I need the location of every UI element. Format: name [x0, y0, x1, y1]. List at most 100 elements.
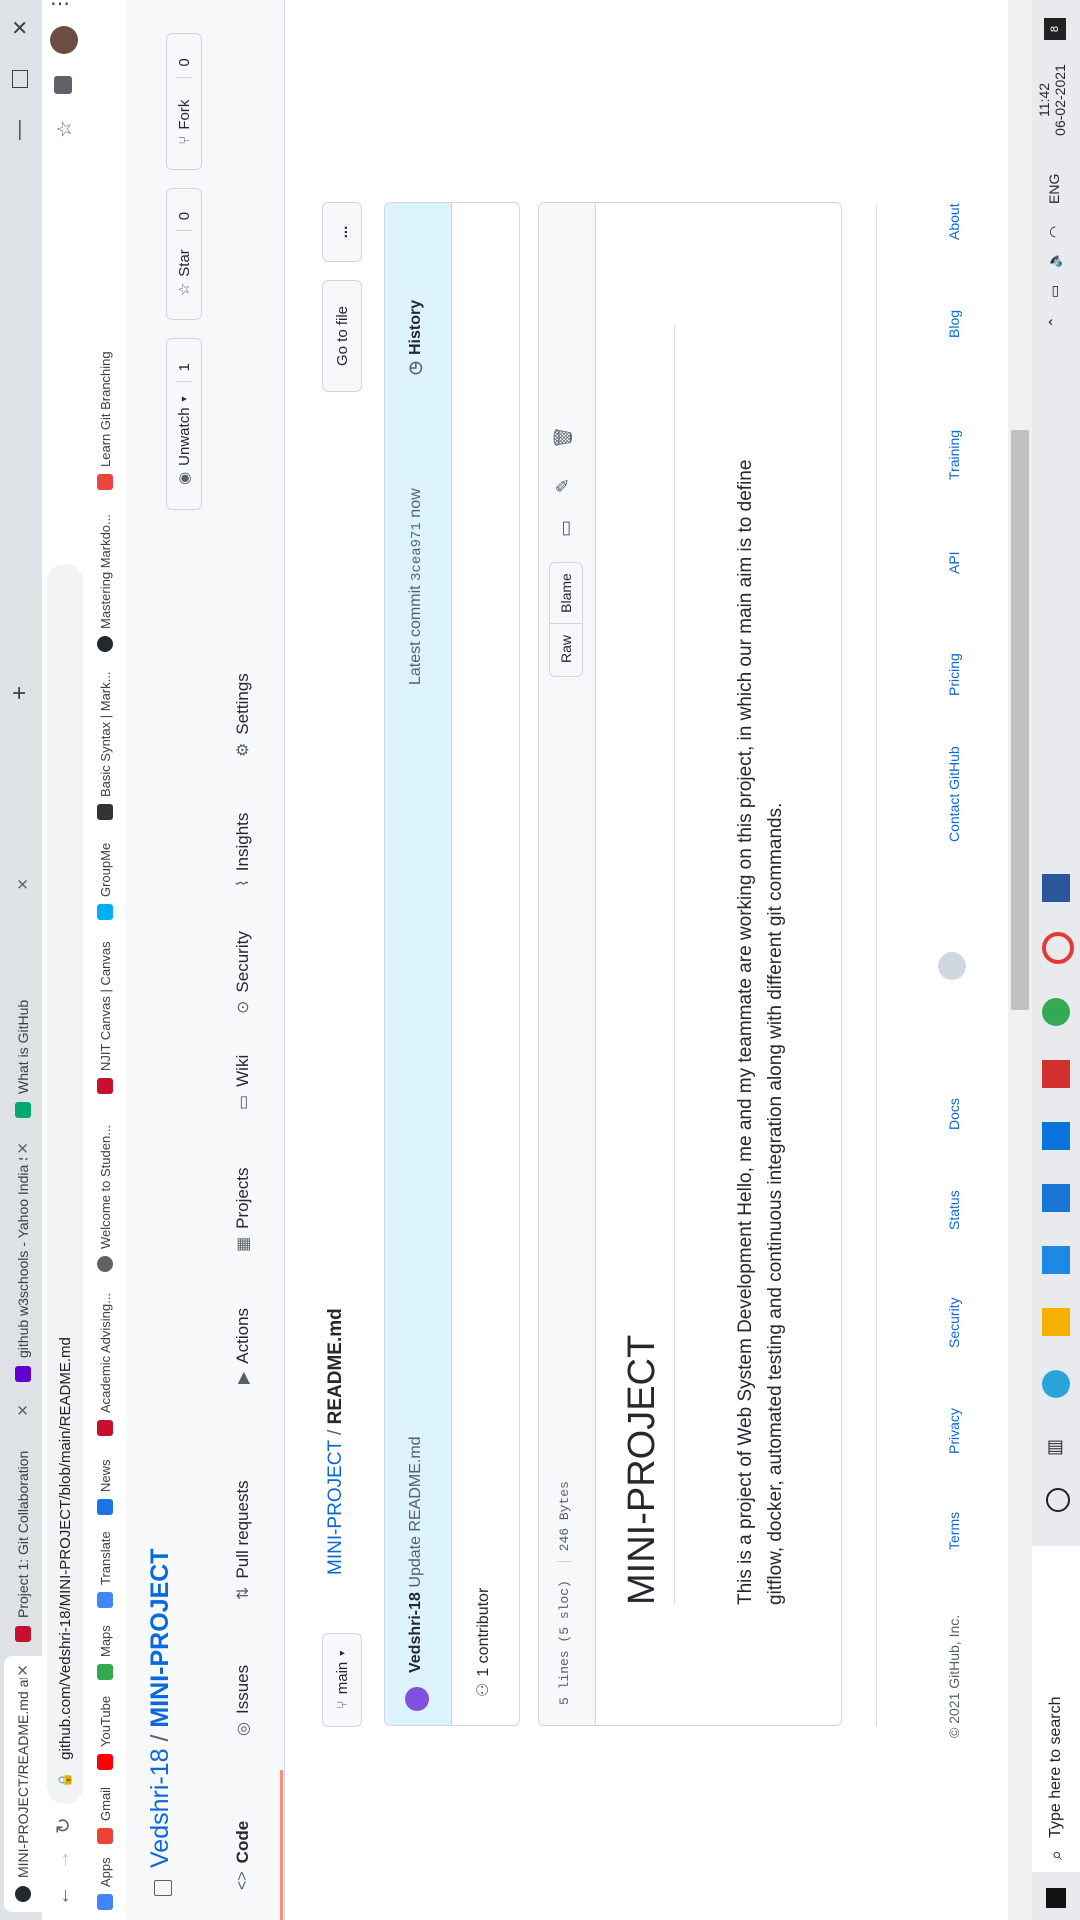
footer-link-terms[interactable]: Terms — [946, 1512, 962, 1550]
tab-actions[interactable]: ▶ Actions — [233, 1308, 253, 1384]
scrollbar-thumb[interactable] — [1011, 430, 1029, 1010]
forward-arrow-icon[interactable]: → — [52, 1850, 75, 1870]
footer-link-security[interactable]: Security — [946, 1297, 962, 1348]
wifi-icon[interactable]: ◠ — [1046, 226, 1063, 238]
close-window-button[interactable]: ✕ — [8, 19, 33, 36]
browser-tab[interactable]: Project 1: Git Collaboration ✕ — [4, 1396, 42, 1652]
new-tab-button[interactable]: + — [6, 686, 34, 700]
footer-link-docs[interactable]: Docs — [946, 1098, 962, 1130]
profile-avatar[interactable] — [50, 26, 78, 54]
bookmark-mastering-markdown[interactable]: Mastering Markdo... — [97, 514, 113, 652]
volume-icon[interactable]: 🔈 — [1046, 251, 1063, 268]
acrobat-icon[interactable] — [1042, 1060, 1070, 1088]
tab-issues[interactable]: ◎ Issues — [233, 1665, 253, 1736]
cortana-icon[interactable] — [1046, 1488, 1070, 1512]
tab-pull-requests[interactable]: ⇅ Pull requests — [233, 1480, 253, 1600]
restore-button[interactable] — [12, 70, 28, 88]
taskbar-clock[interactable]: 11:42 06-02-2021 — [1036, 54, 1068, 146]
bookmark-welcome-students[interactable]: Welcome to Studen... — [97, 1125, 113, 1272]
footer-link-api[interactable]: API — [946, 551, 962, 574]
bookmark-apps[interactable]: Apps — [97, 1857, 113, 1910]
close-tab-icon[interactable]: ✕ — [14, 1142, 32, 1155]
repo-owner-link[interactable]: Vedshri-18 — [146, 1748, 174, 1868]
tab-settings[interactable]: ⚙ Settings — [233, 673, 253, 757]
commit-sha-link[interactable]: 3cea971 — [409, 522, 425, 581]
app-l-icon[interactable] — [1042, 1184, 1070, 1212]
branch-select[interactable]: ⑂ main ▾ — [322, 1633, 362, 1727]
repo-name-link[interactable]: MINI-PROJECT — [146, 1548, 174, 1727]
battery-icon: ▭ — [1046, 284, 1062, 298]
desktop-icon[interactable]: ▭ — [555, 520, 576, 537]
language-indicator[interactable]: ENG — [1046, 174, 1062, 204]
edit-pencil-icon[interactable]: ✎ — [553, 478, 574, 493]
tab-projects[interactable]: ▦ Projects — [233, 1167, 253, 1252]
more-options-button[interactable]: ... — [322, 202, 362, 262]
page-scrollbar[interactable] — [1008, 0, 1032, 1920]
tray-chevron-icon[interactable]: ⌃ — [1046, 316, 1063, 328]
bookmark-youtube[interactable]: YouTube — [97, 1696, 113, 1770]
reload-icon[interactable]: ↻ — [51, 1817, 76, 1834]
tab-security[interactable]: ⊙ Security — [233, 931, 253, 1014]
unwatch-button[interactable]: ◉ Unwatch ▾ 1 — [166, 338, 202, 510]
footer-link-blog[interactable]: Blog — [946, 310, 962, 338]
word-icon[interactable] — [1042, 874, 1070, 902]
chrome-icon[interactable] — [1042, 998, 1070, 1026]
raw-button[interactable]: Raw — [549, 621, 583, 677]
bookmark-translate[interactable]: Translate — [97, 1531, 113, 1608]
footer-link-training[interactable]: Training — [946, 430, 962, 480]
notification-center-icon[interactable]: 8 — [1044, 18, 1066, 40]
mail-icon[interactable] — [1042, 1246, 1070, 1274]
commit-message-link[interactable]: Update README.md — [407, 1436, 424, 1587]
contributors-link[interactable]: ⚇1 contributor — [473, 1588, 493, 1697]
taskbar-search-box[interactable]: ⌕ Type here to search — [1032, 1546, 1080, 1872]
search-icon: ⌕ — [1045, 1849, 1066, 1860]
bookmark-maps[interactable]: Maps — [97, 1625, 113, 1680]
history-link[interactable]: ◷History — [405, 300, 425, 375]
footer-link-status[interactable]: Status — [946, 1190, 962, 1230]
address-bar[interactable]: 🔒 github.com/Vedshri-18/MINI-PROJECT/blo… — [47, 564, 83, 1804]
star-button[interactable]: ☆ Star 0 — [166, 188, 202, 320]
windows-start-icon[interactable] — [1046, 1888, 1066, 1908]
tab-wiki[interactable]: ▭ Wiki — [233, 1055, 253, 1110]
bookmark-news[interactable]: News — [97, 1459, 113, 1515]
go-to-file-button[interactable]: Go to file — [322, 280, 362, 392]
bookmark-learn-git-branching[interactable]: Learn Git Branching — [97, 351, 113, 490]
footer-link-contact[interactable]: Contact GitHub — [946, 746, 962, 842]
footer-link-about[interactable]: About — [946, 203, 962, 240]
menu-kebab-icon[interactable]: ⋯ — [50, 0, 70, 16]
bookmark-academic-advising[interactable]: Academic Advising... — [97, 1293, 113, 1436]
footer-link-pricing[interactable]: Pricing — [946, 653, 962, 696]
file-box: 5 lines (5 sloc) 246 Bytes Raw Blame ▭ ✎… — [538, 202, 842, 1726]
task-view-icon[interactable]: ▥ — [1044, 1439, 1065, 1456]
file-explorer-icon[interactable] — [1042, 1308, 1070, 1336]
back-arrow-icon[interactable]: ← — [52, 1886, 75, 1906]
blame-button[interactable]: Blame — [549, 562, 583, 624]
trash-icon[interactable]: 🗑 — [553, 426, 574, 449]
bookmark-basic-syntax[interactable]: Basic Syntax | Mark... — [97, 672, 113, 820]
footer-link-privacy[interactable]: Privacy — [946, 1408, 962, 1454]
browser-tab[interactable]: MINI-PROJECT/README.md at m ✕ — [4, 1656, 42, 1912]
github-logo-icon[interactable] — [938, 952, 966, 980]
bookmark-groupme[interactable]: GroupMe — [97, 843, 113, 920]
extensions-puzzle-icon[interactable] — [54, 76, 72, 94]
fork-button[interactable]: ⑂ Fork 0 — [166, 33, 202, 170]
tab-insights[interactable]: ⌇ Insights — [233, 813, 253, 887]
breadcrumb: MINI-PROJECT / README.md — [325, 1308, 346, 1575]
bookmark-gmail[interactable]: Gmail — [97, 1787, 113, 1844]
close-tab-icon[interactable]: ✕ — [14, 1404, 32, 1417]
star-bookmark-icon[interactable]: ☆ — [52, 120, 77, 138]
commit-author-link[interactable]: Vedshri-18 — [407, 1592, 424, 1673]
minimize-button[interactable]: — — [8, 120, 31, 140]
browser-tab[interactable]: github w3schools - Yahoo India S ✕ — [4, 1134, 42, 1392]
edge-icon[interactable] — [1042, 1370, 1070, 1398]
skype-icon[interactable] — [1042, 1122, 1070, 1150]
close-tab-icon[interactable]: ✕ — [14, 1664, 32, 1677]
close-tab-icon[interactable]: ✕ — [14, 878, 32, 891]
tab-code[interactable]: <> Code — [233, 1821, 253, 1890]
yahoo-icon — [15, 1366, 31, 1382]
bookmark-njit-canvas[interactable]: NJIT Canvas | Canvas — [97, 941, 113, 1094]
browser-tab[interactable]: What is GitHub ✕ — [4, 870, 42, 1128]
opera-icon[interactable] — [1042, 932, 1074, 964]
groupme-icon — [97, 904, 113, 920]
breadcrumb-repo-link[interactable]: MINI-PROJECT — [325, 1440, 346, 1575]
